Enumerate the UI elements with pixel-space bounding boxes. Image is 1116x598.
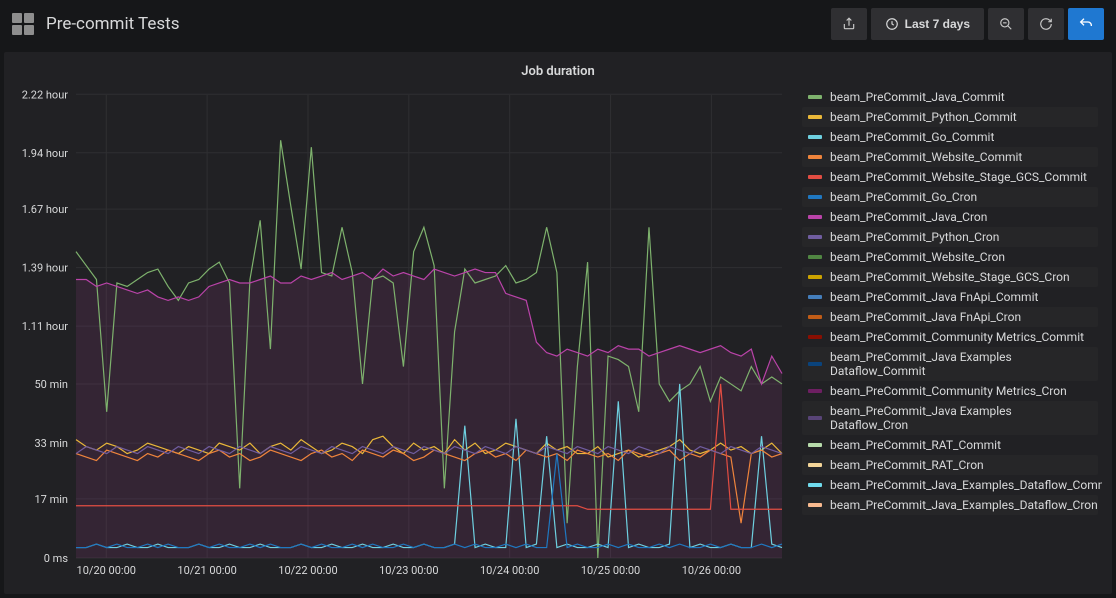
svg-text:10/21 00:00: 10/21 00:00 xyxy=(177,564,236,577)
legend-item[interactable]: beam_PreCommit_Java_Examples_Dataflow_Co… xyxy=(802,475,1098,495)
legend-item[interactable]: beam_PreCommit_Website_Stage_GCS_Commit xyxy=(802,167,1098,187)
zoom-out-button[interactable] xyxy=(988,8,1024,40)
svg-text:10/20 00:00: 10/20 00:00 xyxy=(77,564,136,577)
page-title: Pre-commit Tests xyxy=(46,14,179,34)
legend-swatch xyxy=(808,195,822,199)
svg-text:50 min: 50 min xyxy=(35,378,69,391)
legend-item[interactable]: beam_PreCommit_Community Metrics_Commit xyxy=(802,327,1098,347)
legend: beam_PreCommit_Java_Commit beam_PreCommit… xyxy=(802,87,1102,584)
legend-label: beam_PreCommit_Website_Stage_GCS_Cron xyxy=(830,270,1070,284)
legend-item[interactable]: beam_PreCommit_Python_Commit xyxy=(802,107,1098,127)
legend-swatch xyxy=(808,362,822,366)
svg-text:1.11 hour: 1.11 hour xyxy=(22,320,69,333)
back-button[interactable] xyxy=(1068,8,1104,40)
legend-swatch xyxy=(808,315,822,319)
chart-svg: 0 ms 17 min 33 min 50 min 1.11 hour 1.39 hour… xyxy=(14,87,788,584)
legend-item[interactable]: beam_PreCommit_Java_Cron xyxy=(802,207,1098,227)
svg-text:1.39 hour: 1.39 hour xyxy=(22,262,69,275)
legend-swatch xyxy=(808,135,822,139)
legend-label: beam_PreCommit_Community Metrics_Commit xyxy=(830,330,1084,344)
svg-text:10/24 00:00: 10/24 00:00 xyxy=(480,564,539,577)
legend-label: beam_PreCommit_RAT_Cron xyxy=(830,458,984,472)
legend-label: beam_PreCommit_Java_Examples_Dataflow_Cr… xyxy=(830,498,1098,512)
legend-item[interactable]: beam_PreCommit_Java_Examples_Dataflow_Cr… xyxy=(802,495,1098,515)
chart-area[interactable]: 0 ms 17 min 33 min 50 min 1.11 hour 1.39 hour… xyxy=(14,87,788,584)
legend-label: beam_PreCommit_RAT_Commit xyxy=(830,438,1001,452)
legend-swatch xyxy=(808,235,822,239)
svg-text:2.22 hour: 2.22 hour xyxy=(22,88,69,101)
legend-item[interactable]: beam_PreCommit_Website_Cron xyxy=(802,247,1098,267)
legend-item[interactable]: beam_PreCommit_Community Metrics_Cron xyxy=(802,381,1098,401)
legend-label: beam_PreCommit_Java Examples Dataflow_Cr… xyxy=(830,404,1092,432)
legend-label: beam_PreCommit_Java FnApi_Cron xyxy=(830,310,1021,324)
legend-label: beam_PreCommit_Go_Cron xyxy=(830,190,977,204)
panel-title: Job duration xyxy=(14,64,1102,79)
legend-label: beam_PreCommit_Java_Commit xyxy=(830,90,1005,104)
legend-swatch xyxy=(808,255,822,259)
legend-swatch xyxy=(808,483,822,487)
share-icon xyxy=(842,17,856,31)
legend-label: beam_PreCommit_Website_Stage_GCS_Commit xyxy=(830,170,1087,184)
svg-text:33 min: 33 min xyxy=(35,437,69,450)
legend-swatch xyxy=(808,175,822,179)
legend-item[interactable]: beam_PreCommit_RAT_Commit xyxy=(802,435,1098,455)
svg-text:0 ms: 0 ms xyxy=(44,552,69,565)
legend-item[interactable]: beam_PreCommit_Java Examples Dataflow_Co… xyxy=(802,347,1098,381)
legend-swatch xyxy=(808,115,822,119)
time-range-label: Last 7 days xyxy=(905,17,970,31)
legend-item[interactable]: beam_PreCommit_Website_Stage_GCS_Cron xyxy=(802,267,1098,287)
legend-item[interactable]: beam_PreCommit_Website_Commit xyxy=(802,147,1098,167)
legend-item[interactable]: beam_PreCommit_RAT_Cron xyxy=(802,455,1098,475)
back-arrow-icon xyxy=(1078,16,1094,32)
legend-label: beam_PreCommit_Java Examples Dataflow_Co… xyxy=(830,350,1092,378)
refresh-button[interactable] xyxy=(1028,8,1064,40)
legend-swatch xyxy=(808,389,822,393)
legend-label: beam_PreCommit_Website_Commit xyxy=(830,150,1022,164)
svg-text:10/26 00:00: 10/26 00:00 xyxy=(682,564,741,577)
svg-text:10/22 00:00: 10/22 00:00 xyxy=(278,564,337,577)
legend-swatch xyxy=(808,295,822,299)
legend-swatch xyxy=(808,443,822,447)
legend-swatch xyxy=(808,503,822,507)
legend-item[interactable]: beam_PreCommit_Python_Cron xyxy=(802,227,1098,247)
svg-text:10/25 00:00: 10/25 00:00 xyxy=(581,564,640,577)
legend-label: beam_PreCommit_Java_Cron xyxy=(830,210,987,224)
legend-label: beam_PreCommit_Python_Cron xyxy=(830,230,999,244)
chart-panel: Job duration 0 ms 17 min 33 min 50 min 1.11 … xyxy=(4,52,1112,594)
legend-item[interactable]: beam_PreCommit_Java FnApi_Cron xyxy=(802,307,1098,327)
svg-text:1.67 hour: 1.67 hour xyxy=(22,203,69,216)
time-range-button[interactable]: Last 7 days xyxy=(871,8,984,40)
legend-label: beam_PreCommit_Website_Cron xyxy=(830,250,1005,264)
legend-item[interactable]: beam_PreCommit_Java_Commit xyxy=(802,87,1098,107)
legend-swatch xyxy=(808,95,822,99)
legend-item[interactable]: beam_PreCommit_Go_Cron xyxy=(802,187,1098,207)
legend-swatch xyxy=(808,463,822,467)
legend-item[interactable]: beam_PreCommit_Java Examples Dataflow_Cr… xyxy=(802,401,1098,435)
refresh-icon xyxy=(1039,17,1053,31)
svg-text:10/23 00:00: 10/23 00:00 xyxy=(379,564,438,577)
share-button[interactable] xyxy=(831,8,867,40)
legend-swatch xyxy=(808,155,822,159)
clock-icon xyxy=(885,17,899,31)
svg-text:17 min: 17 min xyxy=(35,493,69,506)
legend-swatch xyxy=(808,416,822,420)
legend-label: beam_PreCommit_Java_Examples_Dataflow_Co… xyxy=(830,478,1102,492)
legend-swatch xyxy=(808,275,822,279)
legend-label: beam_PreCommit_Go_Commit xyxy=(830,130,994,144)
legend-label: beam_PreCommit_Java FnApi_Commit xyxy=(830,290,1038,304)
legend-label: beam_PreCommit_Community Metrics_Cron xyxy=(830,384,1067,398)
legend-item[interactable]: beam_PreCommit_Go_Commit xyxy=(802,127,1098,147)
dashboard-icon[interactable] xyxy=(12,13,34,35)
toolbar: Last 7 days xyxy=(831,8,1104,40)
zoom-out-icon xyxy=(999,17,1013,31)
svg-text:1.94 hour: 1.94 hour xyxy=(22,147,69,160)
legend-swatch xyxy=(808,215,822,219)
topbar: Pre-commit Tests Last 7 days xyxy=(0,0,1116,48)
legend-swatch xyxy=(808,335,822,339)
legend-label: beam_PreCommit_Python_Commit xyxy=(830,110,1017,124)
legend-item[interactable]: beam_PreCommit_Java FnApi_Commit xyxy=(802,287,1098,307)
